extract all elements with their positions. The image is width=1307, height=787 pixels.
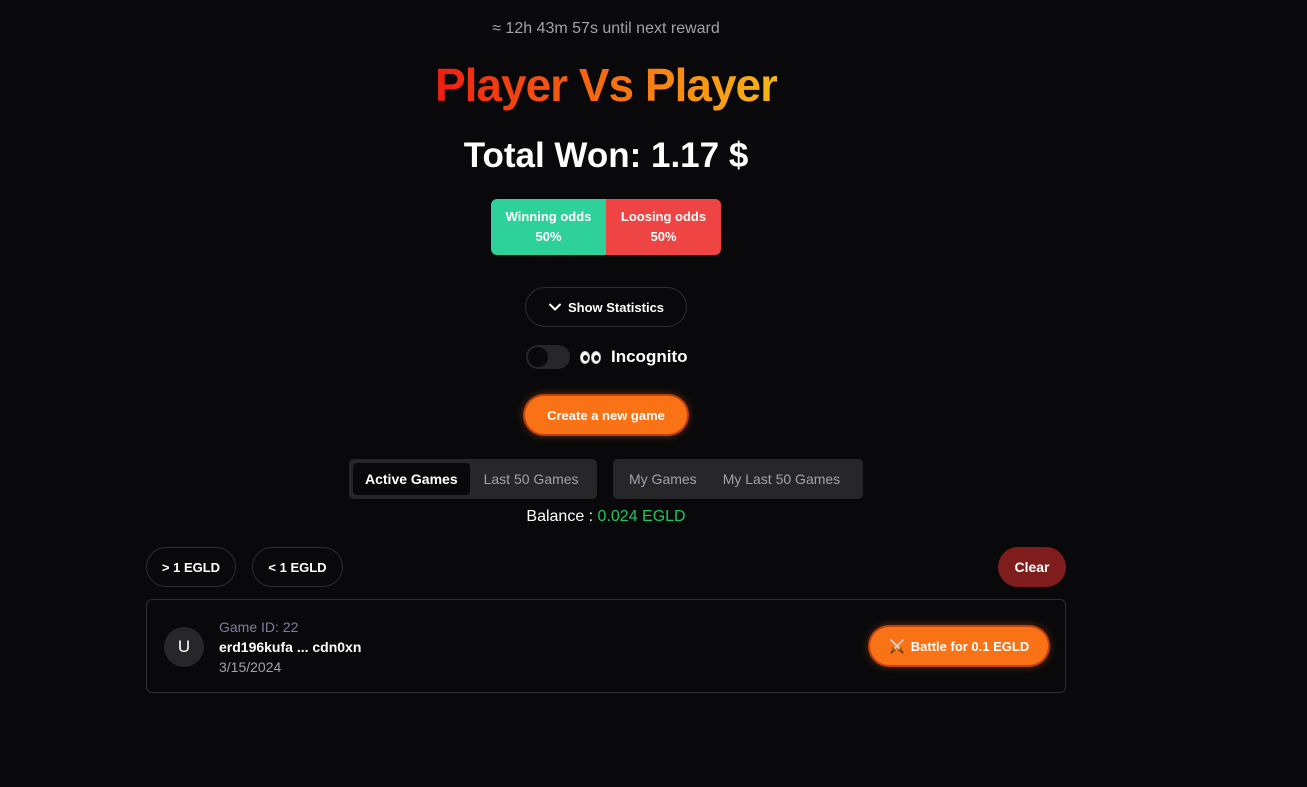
show-statistics-label: Show Statistics	[567, 299, 665, 315]
my-games-tabs: My Games My Last 50 Games	[613, 459, 863, 499]
balance-label: Balance :	[526, 508, 598, 525]
show-statistics-button[interactable]: Show Statistics	[525, 287, 687, 327]
tab-my-games[interactable]: My Games	[617, 463, 709, 495]
losing-odds: Loosing odds 50%	[606, 199, 721, 255]
winning-odds-value: 50%	[535, 229, 562, 244]
battle-label: Battle for 0.1 EGLD	[910, 638, 1030, 654]
reward-countdown: ≈ 12h 43m 57s until next reward	[492, 20, 720, 37]
clear-button[interactable]: Clear	[998, 547, 1066, 587]
incognito-toggle[interactable]	[526, 345, 570, 369]
balance: Balance : 0.024 EGLD	[0, 508, 1212, 526]
winning-odds: Winning odds 50%	[491, 199, 606, 255]
balance-value: 0.024 EGLD	[597, 508, 686, 525]
page: ≈ 12h 43m 57s until next reward Player V…	[0, 0, 1307, 787]
page-title-text: Player Vs Player	[434, 59, 778, 111]
filter-greater-1-egld[interactable]: > 1 EGLD	[146, 547, 236, 587]
eye-left	[580, 350, 590, 364]
eyes-icon	[580, 350, 601, 364]
page-title: Player Vs Player	[0, 58, 1212, 112]
battle-button[interactable]: Battle for 0.1 EGLD	[870, 627, 1048, 665]
game-id: Game ID: 22	[219, 619, 299, 635]
crossed-swords-icon	[889, 639, 904, 654]
create-game-button[interactable]: Create a new game	[525, 396, 687, 434]
odds-panel: Winning odds 50% Loosing odds 50%	[491, 199, 721, 255]
tab-last-50-games[interactable]: Last 50 Games	[472, 463, 591, 495]
tab-my-last-50-games[interactable]: My Last 50 Games	[711, 463, 853, 495]
games-tabs: Active Games Last 50 Games	[349, 459, 597, 499]
incognito-row: Incognito	[526, 345, 687, 369]
filter-less-1-egld[interactable]: < 1 EGLD	[252, 547, 343, 587]
game-info: Game ID: 22 erd196kufa ... cdn0xn 3/15/2…	[219, 617, 361, 677]
game-date: 3/15/2024	[219, 659, 282, 675]
game-creator-address: erd196kufa ... cdn0xn	[219, 639, 362, 655]
game-card: U Game ID: 22 erd196kufa ... cdn0xn 3/15…	[146, 599, 1066, 693]
losing-odds-label: Loosing odds	[620, 209, 707, 224]
toggle-knob	[528, 347, 548, 367]
total-won: Total Won: 1.17 $	[463, 136, 749, 175]
eye-right	[591, 350, 601, 364]
winning-odds-label: Winning odds	[505, 209, 592, 224]
avatar: U	[164, 627, 204, 667]
tab-active-games[interactable]: Active Games	[353, 463, 470, 495]
incognito-label: Incognito	[611, 347, 688, 366]
chevron-down-icon	[548, 303, 561, 311]
losing-odds-value: 50%	[650, 229, 677, 244]
